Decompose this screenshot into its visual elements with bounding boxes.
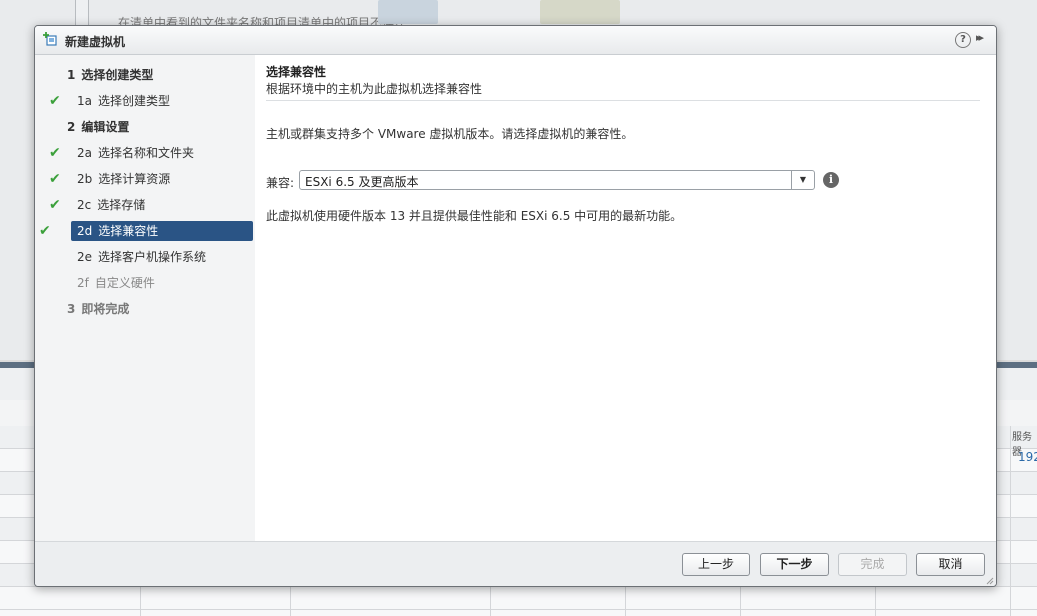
step-number: 2d — [77, 224, 93, 238]
step-label: 选择计算资源 — [98, 172, 171, 186]
wizard-step-3[interactable]: 3 即将完成 — [67, 299, 129, 319]
wizard-step-2e[interactable]: 2e 选择客户机操作系统 — [77, 247, 206, 267]
step-label: 选择客户机操作系统 — [98, 250, 207, 264]
step-label: 选择创建类型 — [81, 68, 154, 82]
description-text: 主机或群集支持多个 VMware 虚拟机版本。请选择虚拟机的兼容性。 — [266, 127, 634, 141]
back-button[interactable]: 上一步 — [682, 553, 750, 576]
step-number: 2 — [67, 120, 76, 134]
step-number: 3 — [67, 302, 76, 316]
info-icon[interactable]: i — [823, 172, 839, 188]
step-label: 即将完成 — [81, 302, 130, 316]
step-number: 1a — [77, 94, 92, 108]
finish-button[interactable]: 完成 — [838, 553, 907, 576]
compatibility-value: ESXi 6.5 及更高版本 — [305, 175, 419, 189]
wizard-step-2[interactable]: 2 编辑设置 — [67, 117, 129, 137]
divider — [266, 100, 980, 101]
step-label: 选择名称和文件夹 — [98, 146, 195, 160]
background-thumbnail — [378, 0, 438, 24]
wizard-step-1[interactable]: 1 选择创建类型 — [67, 65, 153, 85]
step-label: 选择存储 — [97, 198, 146, 212]
cancel-button[interactable]: 取消 — [916, 553, 985, 576]
page-subtitle: 根据环境中的主机为此虚拟机选择兼容性 — [266, 82, 483, 96]
background-table-cell[interactable]: 192 — [1018, 450, 1037, 464]
step-number: 2a — [77, 146, 92, 160]
check-icon: ✔ — [39, 223, 51, 239]
step-number: 2b — [77, 172, 93, 186]
step-number: 1 — [67, 68, 76, 82]
check-icon: ✔ — [49, 145, 61, 161]
step-number: 2e — [77, 250, 93, 264]
wizard-step-2f[interactable]: 2f 自定义硬件 — [77, 273, 155, 293]
compatibility-select[interactable]: ESXi 6.5 及更高版本 ▼ — [299, 170, 815, 190]
collapse-icon[interactable]: ▸▸ — [976, 31, 984, 44]
dialog-footer: 上一步 下一步 完成 取消 — [35, 541, 996, 586]
new-vm-icon — [43, 32, 57, 46]
step-label: 选择创建类型 — [98, 94, 171, 108]
new-vm-dialog: 新建虚拟机 ? ▸▸ 1 选择创建类型 ✔ 1a 选择创建类型 2 编辑设置 ✔ 2a 选择名称和… — [34, 25, 997, 587]
table-column-divider — [1010, 426, 1011, 616]
step-label: 选择兼容性 — [98, 224, 159, 238]
wizard-step-1a[interactable]: ✔ 1a 选择创建类型 — [49, 91, 171, 111]
chevron-down-icon[interactable]: ▼ — [791, 171, 814, 189]
background-thumbnail — [540, 0, 620, 24]
compatibility-label: 兼容: — [266, 176, 295, 190]
next-button[interactable]: 下一步 — [760, 553, 829, 576]
dialog-title: 新建虚拟机 — [65, 35, 126, 49]
wizard-step-2d[interactable]: ✔ 2d 选择兼容性 — [39, 221, 253, 241]
help-icon[interactable]: ? — [955, 32, 971, 48]
compatibility-note: 此虚拟机使用硬件版本 13 并且提供最佳性能和 ESXi 6.5 中可用的最新功… — [266, 209, 683, 223]
wizard-step-2c[interactable]: ✔ 2c 选择存储 — [49, 195, 146, 215]
resize-grip-icon[interactable] — [986, 577, 994, 585]
page-title: 选择兼容性 — [266, 65, 327, 79]
step-number: 2c — [77, 198, 92, 212]
step-label: 自定义硬件 — [94, 276, 155, 290]
check-icon: ✔ — [49, 171, 61, 187]
dialog-titlebar[interactable]: 新建虚拟机 ? ▸▸ — [35, 26, 996, 55]
step-label: 编辑设置 — [81, 120, 130, 134]
check-icon: ✔ — [49, 93, 61, 109]
wizard-step-2a[interactable]: ✔ 2a 选择名称和文件夹 — [49, 143, 195, 163]
table-row — [0, 587, 1037, 610]
wizard-content: 选择兼容性 根据环境中的主机为此虚拟机选择兼容性 主机或群集支持多个 VMwar… — [255, 55, 996, 541]
step-number: 2f — [77, 276, 89, 290]
check-icon: ✔ — [49, 197, 61, 213]
wizard-step-2b[interactable]: ✔ 2b 选择计算资源 — [49, 169, 171, 189]
wizard-steps: 1 选择创建类型 ✔ 1a 选择创建类型 2 编辑设置 ✔ 2a 选择名称和文件夹 ✔ 2b 选择计算资… — [35, 55, 255, 541]
